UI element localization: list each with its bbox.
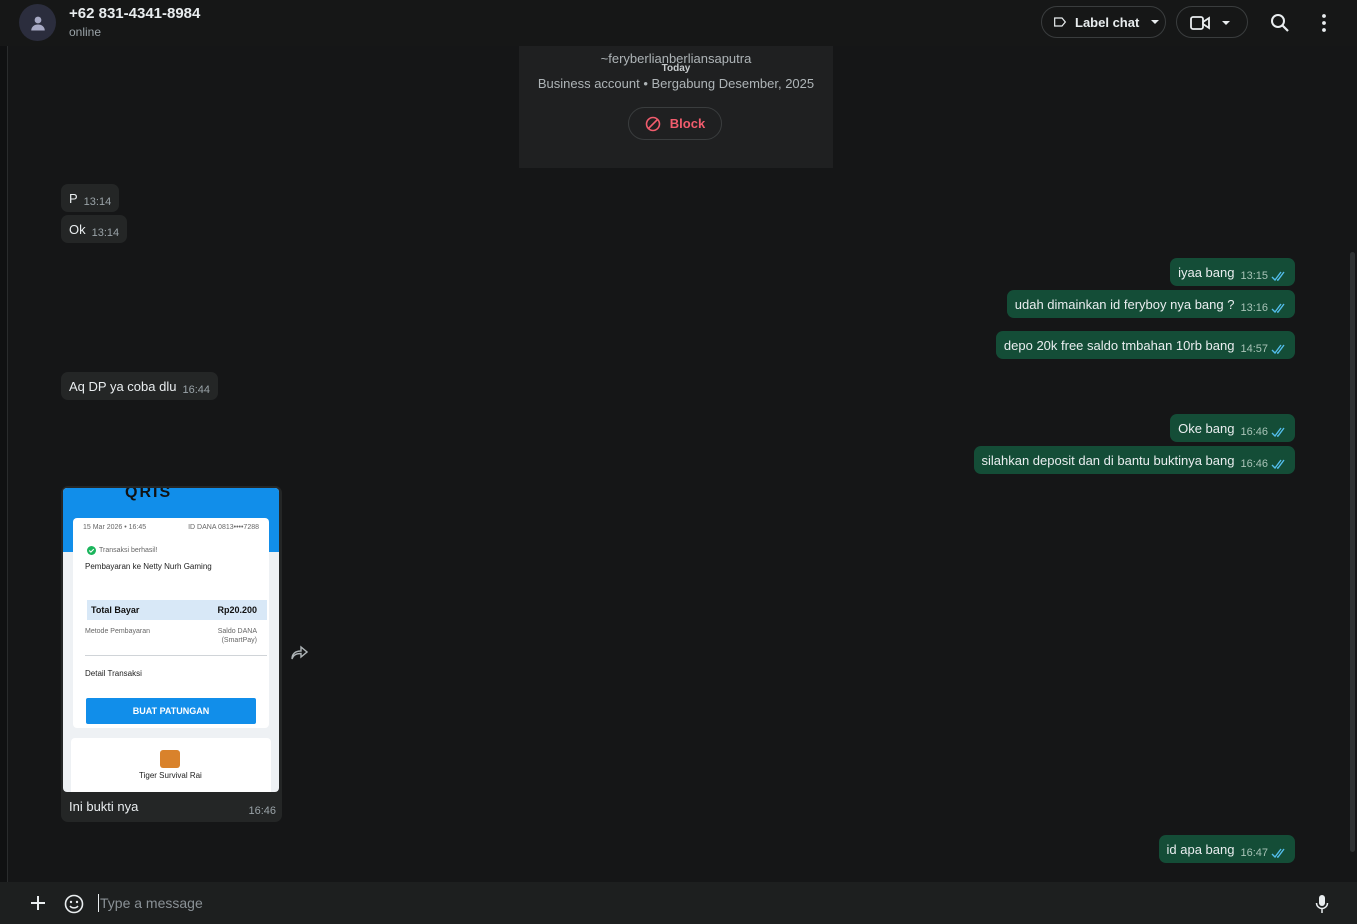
message-time: 14:57 [1240,343,1268,355]
read-ticks-icon [1271,848,1285,858]
receipt-method-label: Metode Pembayaran [85,628,150,635]
receipt-method-sub: (SmartPay) [221,637,257,644]
receipt-dana-id: ID DANA 0813••••7288 [188,524,259,531]
receipt-title: Pembayaran ke Netty Nurh Gaming [85,562,212,571]
buat-patungan-button: BUAT PATUNGAN [86,698,256,724]
message-incoming[interactable]: Ok 13:14 [61,215,128,243]
receipt-card: 15 Mar 2026 • 16:45 ID DANA 0813••••7288… [73,518,269,728]
label-chat-text: Label chat [1075,14,1140,30]
read-ticks-icon [1271,459,1285,469]
message-composer: Type a message [0,882,1357,924]
business-info-card: ~feryberlianberliansaputra Today Busines… [519,46,833,168]
message-text: P [69,190,78,206]
plus-icon[interactable] [30,895,46,911]
chat-header: +62 831-4341-8984 online Label chat [0,0,1357,46]
receipt-method-value: Saldo DANA [217,628,257,635]
message-time: 16:46 [248,805,276,817]
label-chat-button[interactable]: Label chat [1041,6,1166,38]
business-info: Business account • Bergabung Desember, 2… [537,76,815,91]
message-text: id apa bang [1166,841,1235,857]
image-message[interactable]: QRIS 15 Mar 2026 • 16:45 ID DANA 0813•••… [61,486,282,822]
image-caption: Ini bukti nya [69,799,139,814]
receipt-total-row: Total Bayar Rp20.200 [87,600,267,620]
read-ticks-icon [1271,271,1285,281]
receipt-detail-label: Detail Transaksi [85,669,142,678]
block-label: Block [669,116,706,131]
message-text: depo 20k free saldo tmbahan 10rb bang [1003,337,1235,353]
video-call-button[interactable] [1176,6,1248,38]
read-ticks-icon [1271,344,1285,354]
receipt-total-label: Total Bayar [91,605,140,615]
contact-status: online [69,25,102,39]
message-text: Ok [69,221,86,237]
success-check-icon [87,546,96,555]
message-outgoing[interactable]: udah dimainkan id feryboy nya bang ? 13:… [1006,290,1295,318]
message-time: 16:46 [1240,458,1268,470]
receipt-image[interactable]: QRIS 15 Mar 2026 • 16:45 ID DANA 0813•••… [63,488,279,792]
message-outgoing[interactable]: id apa bang 16:47 [1158,835,1295,863]
message-input[interactable]: Type a message [100,895,203,911]
receipt-total-value: Rp20.200 [217,605,257,615]
message-text: udah dimainkan id feryboy nya bang ? [1014,296,1235,312]
message-outgoing[interactable]: Oke bang 16:46 [1170,414,1295,442]
sticker-icon[interactable] [64,894,84,914]
message-outgoing[interactable]: iyaa bang 13:15 [1170,258,1295,286]
game-card: Tiger Survival Rai [71,738,271,792]
message-time: 13:16 [1240,302,1268,314]
date-divider: Today [661,63,691,74]
message-time: 16:47 [1240,847,1268,859]
chat-scrollbar[interactable] [1350,252,1355,852]
block-button[interactable]: Block [628,107,722,140]
receipt-date: 15 Mar 2026 • 16:45 [83,524,147,531]
message-text: silahkan deposit dan di bantu buktinya b… [981,452,1235,468]
message-text: iyaa bang [1178,264,1235,280]
receipt-status: Transaksi berhasil! [99,547,158,554]
more-vertical-icon[interactable] [1318,13,1330,33]
message-outgoing[interactable]: depo 20k free saldo tmbahan 10rb bang 14… [995,331,1295,359]
text-caret [98,894,99,912]
person-icon [30,16,45,30]
game-name: Tiger Survival Rai [139,771,202,780]
message-incoming[interactable]: P 13:14 [61,184,120,212]
read-ticks-icon [1271,303,1285,313]
forward-icon[interactable] [290,645,308,661]
block-icon [645,116,661,131]
search-icon[interactable] [1270,13,1290,33]
sidebar-edge [0,46,8,882]
message-time: 13:14 [91,227,120,239]
message-incoming[interactable]: Aq DP ya coba dlu 16:44 [61,372,218,400]
chevron-down-icon [1151,20,1160,24]
chevron-down-icon [1222,21,1230,25]
read-ticks-icon [1271,427,1285,437]
message-time: 16:44 [182,384,210,396]
receipt-divider [85,655,267,656]
label-icon [1054,17,1067,27]
game-logo [160,750,180,768]
qris-logo: QRIS [125,488,173,501]
video-icon [1190,16,1210,30]
message-text: Oke bang [1178,420,1235,436]
contact-avatar[interactable] [19,4,56,41]
message-text: Aq DP ya coba dlu [69,378,177,394]
message-outgoing[interactable]: silahkan deposit dan di bantu buktinya b… [973,446,1295,474]
message-time: 13:14 [83,196,112,208]
contact-name[interactable]: +62 831-4341-8984 [69,5,200,22]
message-time: 16:46 [1240,426,1268,438]
message-time: 13:15 [1240,270,1268,282]
microphone-icon[interactable] [1315,894,1329,914]
